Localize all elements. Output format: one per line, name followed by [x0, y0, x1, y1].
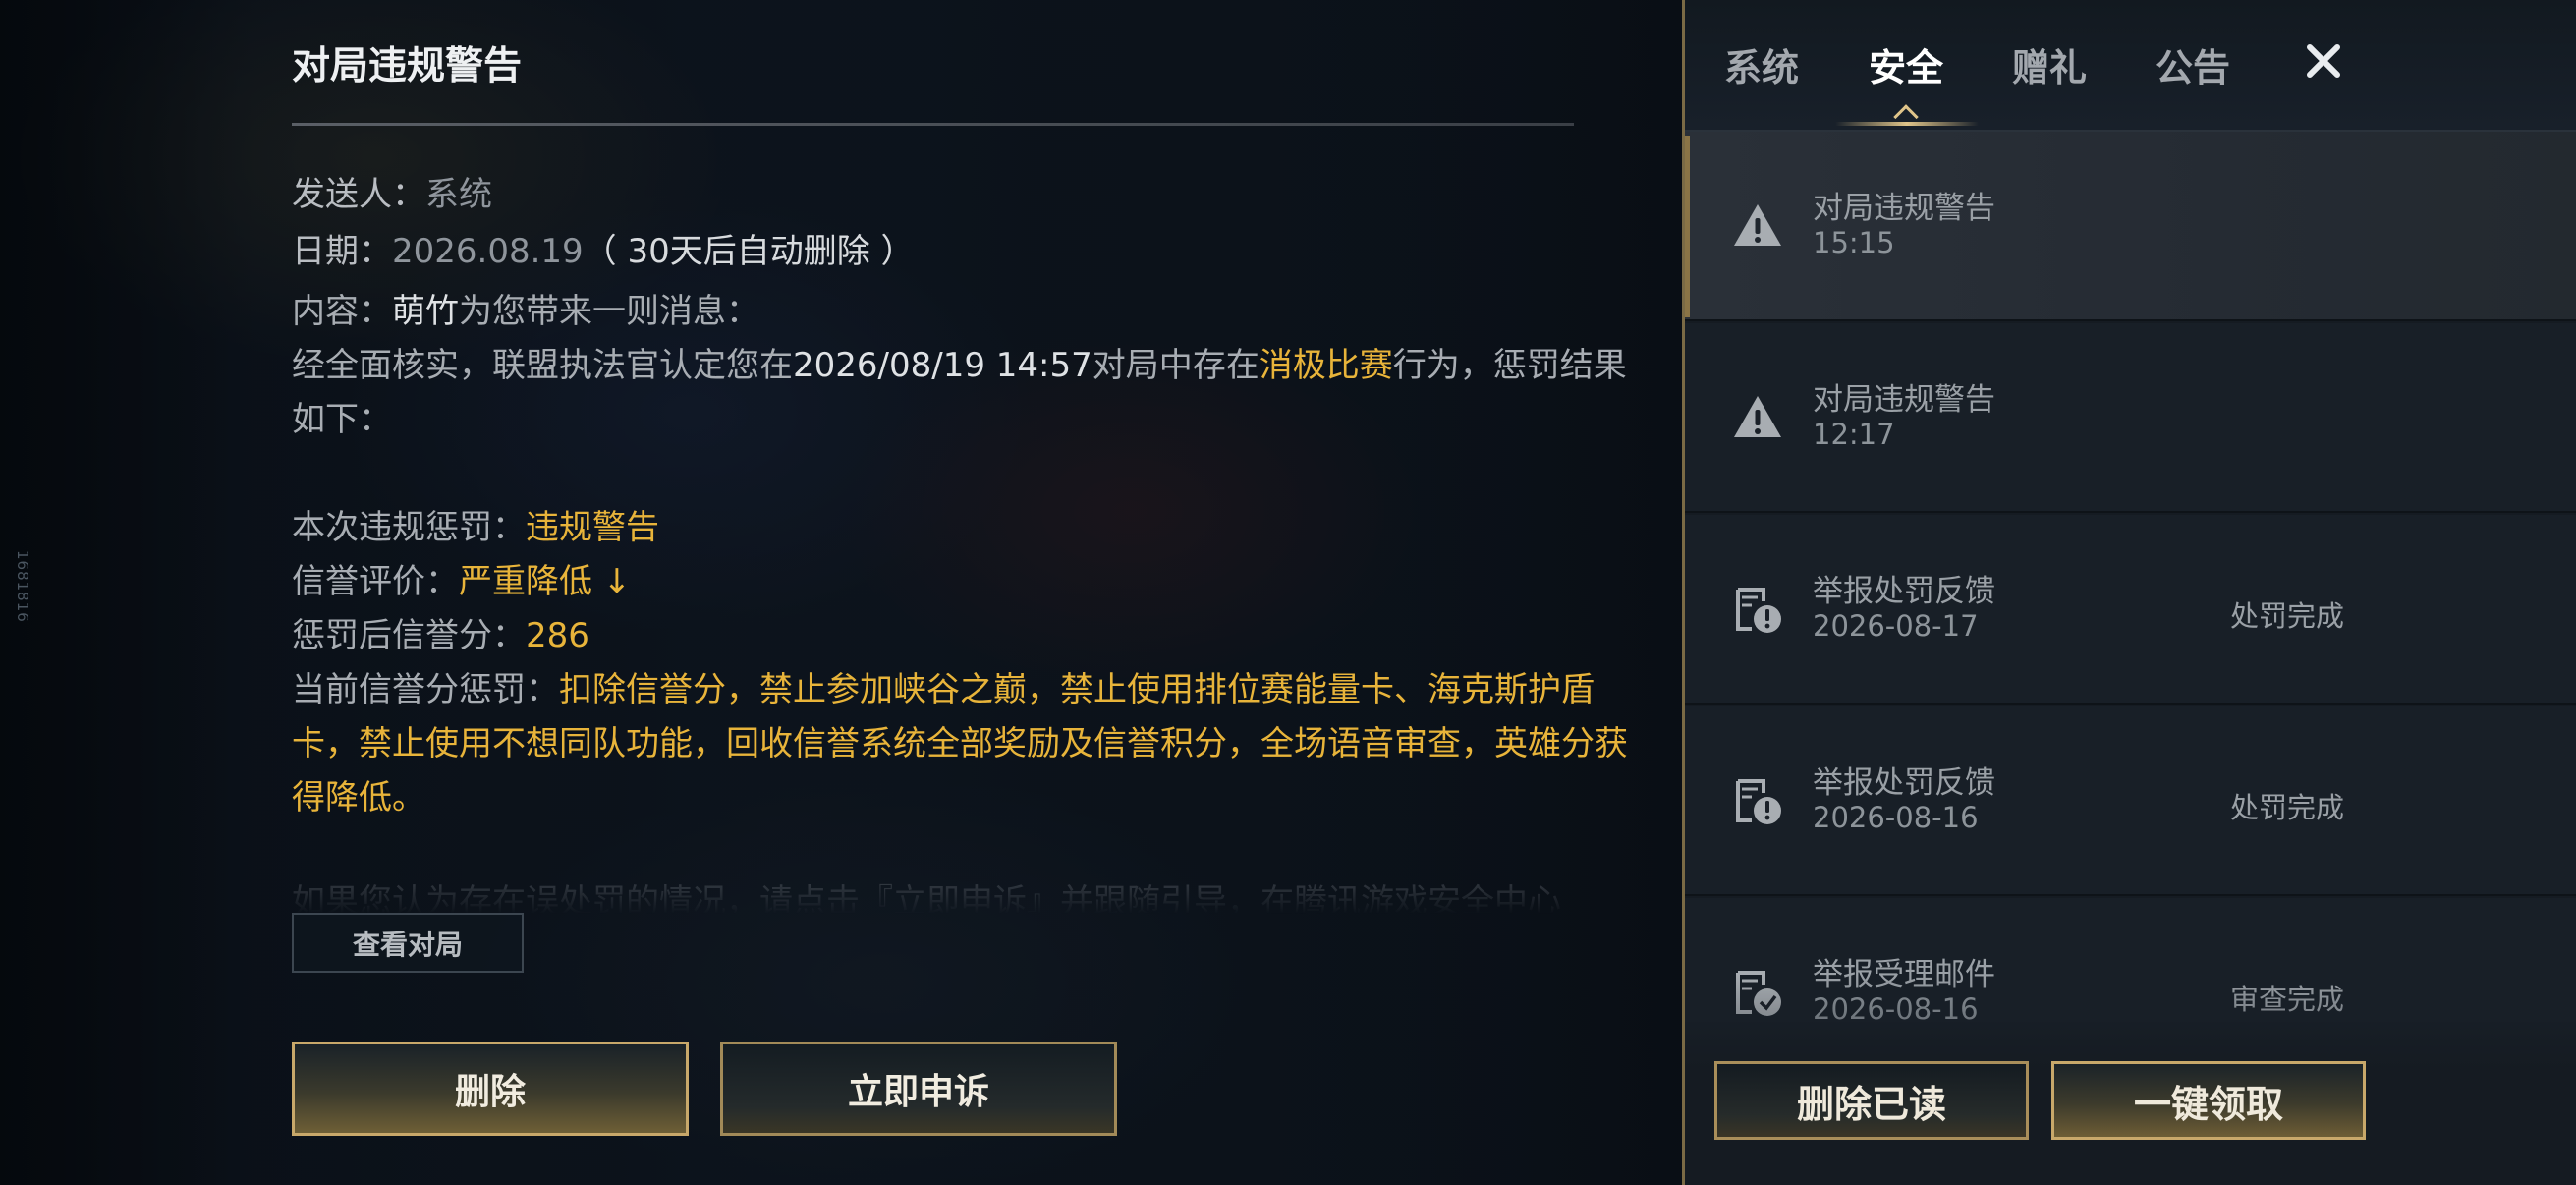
- tab-security[interactable]: 安全: [1869, 37, 1943, 91]
- mail-detail-panel: 对局违规警告 发送人：系统 日期：2026.08.19（ 30天后自动删除 ） …: [292, 0, 1966, 1185]
- body-violation: 消极比赛: [1259, 346, 1393, 385]
- mail-time: 2026-08-16: [1813, 801, 1979, 834]
- close-button[interactable]: [2294, 31, 2353, 90]
- content-sender-name: 萌竹: [392, 292, 459, 331]
- mail-title: 举报处罚反馈: [1813, 765, 1995, 801]
- date-line: 日期：2026.08.19（ 30天后自动删除 ）: [292, 224, 915, 272]
- date-note: （ 30天后自动删除 ）: [583, 232, 915, 271]
- body-datetime: 2026/08/19 14:57: [793, 346, 1092, 385]
- mail-title: 举报处罚反馈: [1813, 574, 1995, 609]
- mail-time: 2026-08-17: [1813, 609, 1979, 643]
- warning-icon: [1734, 204, 1781, 246]
- mail-list-panel: 系统 安全 赠礼 公告 对局违规警告 15:15 对局违规警告 12:17 举报…: [1682, 0, 2576, 1185]
- mail-title: 举报受理邮件: [1813, 957, 1995, 992]
- report-feedback-icon: [1736, 588, 1781, 633]
- tab-gift[interactable]: 赠礼: [2012, 37, 2087, 91]
- score-line: 惩罚后信誉分：286: [292, 609, 1638, 663]
- content-intro-line: 内容：萌竹为您带来一则消息：: [292, 285, 1638, 339]
- content-body: 经全面核实，联盟执法官认定您在2026/08/19 14:57对局中存在消极比赛…: [292, 339, 1638, 447]
- penalty-value: 违规警告: [526, 508, 659, 547]
- faded-appeal-hint: 如果您认为存在误处罚的情况，请点击『立即申诉』并跟随引导，在腾讯游戏安全中心: [292, 882, 1561, 914]
- appeal-button[interactable]: 立即申诉: [720, 1042, 1117, 1136]
- score-value: 286: [526, 616, 589, 655]
- current-penalty-line: 当前信誉分惩罚：扣除信誉分，禁止参加峡谷之巅，禁止使用排位赛能量卡、海克斯护盾卡…: [292, 663, 1638, 825]
- sender-label: 发送人：: [292, 175, 425, 214]
- mail-actions-bar: 删除已读 一键领取: [1685, 1022, 2576, 1185]
- score-label: 惩罚后信誉分：: [292, 616, 526, 655]
- view-match-button[interactable]: 查看对局: [292, 913, 524, 973]
- warning-icon: [1734, 396, 1781, 437]
- claim-all-button[interactable]: 一键领取: [2051, 1061, 2366, 1140]
- reputation-value: 严重降低 ↓: [459, 562, 632, 601]
- title-divider: [292, 123, 1574, 126]
- close-icon: [2307, 44, 2340, 78]
- mail-status: 处罚完成: [2230, 791, 2345, 824]
- current-penalty-label: 当前信誉分惩罚：: [292, 670, 559, 709]
- mail-title: 对局违规警告: [1813, 382, 1995, 418]
- mail-title: 对局违规警告: [1813, 191, 1995, 226]
- mail-item[interactable]: 对局违规警告 15:15: [1685, 132, 2576, 321]
- side-id-text: 1681816: [14, 550, 31, 623]
- mail-time: 2026-08-16: [1813, 992, 1979, 1026]
- tab-system[interactable]: 系统: [1724, 37, 1799, 91]
- content-label: 内容：: [292, 292, 392, 331]
- mail-status: 处罚完成: [2230, 599, 2345, 633]
- mail-status: 审查完成: [2230, 983, 2345, 1016]
- sender-line: 发送人：系统: [292, 167, 492, 215]
- delete-read-button[interactable]: 删除已读: [1714, 1061, 2029, 1140]
- mail-item[interactable]: 对局违规警告 12:17: [1685, 323, 2576, 513]
- penalty-line: 本次违规惩罚：违规警告: [292, 501, 1638, 555]
- date-label: 日期：: [292, 232, 392, 271]
- mail-time: 15:15: [1813, 226, 1895, 259]
- content-intro: 为您带来一则消息：: [459, 292, 759, 331]
- mail-content: 内容：萌竹为您带来一则消息： 经全面核实，联盟执法官认定您在2026/08/19…: [292, 285, 1638, 825]
- mail-title: 对局违规警告: [292, 44, 523, 88]
- tab-bar: 系统 安全 赠礼 公告: [1685, 0, 2576, 132]
- date-value: 2026.08.19: [392, 232, 584, 271]
- reputation-line: 信誉评价：严重降低 ↓: [292, 555, 1638, 609]
- report-accepted-icon: [1736, 971, 1781, 1016]
- tab-notice[interactable]: 公告: [2156, 37, 2230, 91]
- mail-time: 12:17: [1813, 418, 1895, 451]
- sender-value: 系统: [425, 175, 492, 214]
- penalty-label: 本次违规惩罚：: [292, 508, 526, 547]
- reputation-label: 信誉评价：: [292, 562, 459, 601]
- body-prefix: 经全面核实，联盟执法官认定您在: [292, 346, 793, 385]
- report-feedback-icon: [1736, 779, 1781, 824]
- mail-item[interactable]: 举报处罚反馈 2026-08-16 处罚完成: [1685, 706, 2576, 896]
- delete-button[interactable]: 删除: [292, 1042, 689, 1136]
- mail-item[interactable]: 举报处罚反馈 2026-08-17 处罚完成: [1685, 515, 2576, 705]
- body-mid: 对局中存在: [1092, 346, 1260, 385]
